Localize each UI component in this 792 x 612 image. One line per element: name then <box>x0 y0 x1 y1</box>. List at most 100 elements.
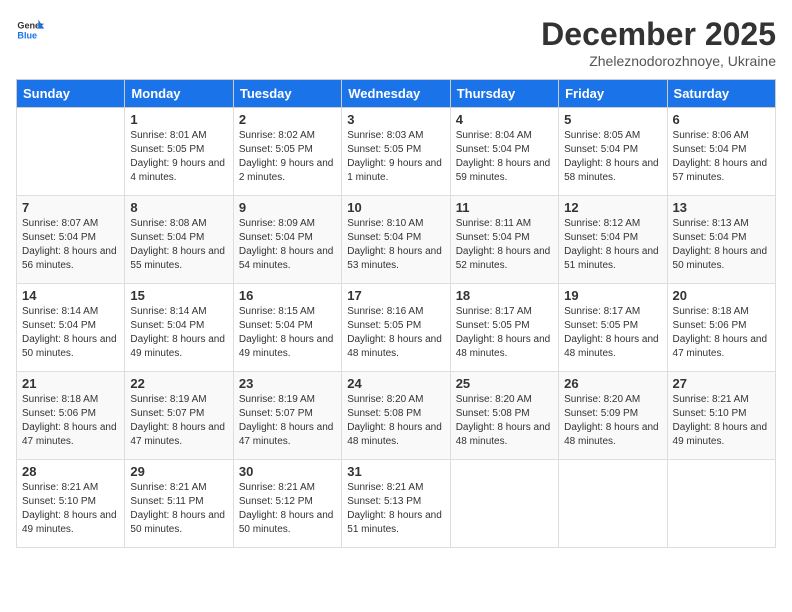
calendar-cell: 28 Sunrise: 8:21 AMSunset: 5:10 PMDayligh… <box>17 460 125 548</box>
calendar-header: SundayMondayTuesdayWednesdayThursdayFrid… <box>17 80 776 108</box>
day-number: 17 <box>347 288 444 303</box>
day-number: 25 <box>456 376 553 391</box>
calendar-week-row: 1Sunrise: 8:01 AMSunset: 5:05 PMDaylight… <box>17 108 776 196</box>
day-number: 23 <box>239 376 336 391</box>
calendar-table: SundayMondayTuesdayWednesdayThursdayFrid… <box>16 79 776 548</box>
calendar-cell: 13 Sunrise: 8:13 AMSunset: 5:04 PMDayligh… <box>667 196 775 284</box>
calendar-cell: 4Sunrise: 8:04 AMSunset: 5:04 PMDaylight… <box>450 108 558 196</box>
header: General Blue December 2025 Zheleznodoroz… <box>16 16 776 69</box>
calendar-cell: 2 Sunrise: 8:02 AMSunset: 5:05 PMDaylight… <box>233 108 341 196</box>
cell-info: Sunrise: 8:08 AMSunset: 5:04 PMDaylight:… <box>130 217 227 273</box>
cell-info: Sunrise: 8:14 AMSunset: 5:04 PMDaylight:… <box>22 305 119 361</box>
cell-info: Sunrise: 8:20 AMSunset: 5:08 PMDaylight:… <box>347 393 444 449</box>
title-area: December 2025 Zheleznodorozhnoye, Ukrain… <box>541 16 776 69</box>
weekday-header: Sunday <box>17 80 125 108</box>
day-number: 3 <box>347 112 444 127</box>
day-number: 2 <box>239 112 336 127</box>
calendar-cell: 21 Sunrise: 8:18 AMSunset: 5:06 PMDayligh… <box>17 372 125 460</box>
cell-info: Sunrise: 8:15 AMSunset: 5:04 PMDaylight:… <box>239 305 336 361</box>
calendar-cell: 10 Sunrise: 8:10 AMSunset: 5:04 PMDayligh… <box>342 196 450 284</box>
day-number: 6 <box>673 112 770 127</box>
day-number: 5 <box>564 112 661 127</box>
day-number: 13 <box>673 200 770 215</box>
calendar-cell: 1Sunrise: 8:01 AMSunset: 5:05 PMDaylight… <box>125 108 233 196</box>
day-number: 16 <box>239 288 336 303</box>
calendar-cell: 16 Sunrise: 8:15 AMSunset: 5:04 PMDayligh… <box>233 284 341 372</box>
cell-info: Sunrise: 8:10 AMSunset: 5:04 PMDaylight:… <box>347 217 444 273</box>
day-number: 19 <box>564 288 661 303</box>
calendar-cell: 25 Sunrise: 8:20 AMSunset: 5:08 PMDayligh… <box>450 372 558 460</box>
weekday-header: Tuesday <box>233 80 341 108</box>
cell-info: Sunrise: 8:19 AMSunset: 5:07 PMDaylight:… <box>130 393 227 449</box>
day-number: 7 <box>22 200 119 215</box>
subtitle: Zheleznodorozhnoye, Ukraine <box>541 53 776 69</box>
calendar-cell: 7 Sunrise: 8:07 AMSunset: 5:04 PMDaylight… <box>17 196 125 284</box>
calendar-cell: 12 Sunrise: 8:12 AMSunset: 5:04 PMDayligh… <box>559 196 667 284</box>
cell-info: Sunrise: 8:02 AMSunset: 5:05 PMDaylight:… <box>239 129 336 185</box>
calendar-cell: 22 Sunrise: 8:19 AMSunset: 5:07 PMDayligh… <box>125 372 233 460</box>
cell-info: Sunrise: 8:12 AMSunset: 5:04 PMDaylight:… <box>564 217 661 273</box>
calendar-cell <box>667 460 775 548</box>
month-title: December 2025 <box>541 16 776 53</box>
weekday-header: Thursday <box>450 80 558 108</box>
day-number: 10 <box>347 200 444 215</box>
day-number: 31 <box>347 464 444 479</box>
cell-info: Sunrise: 8:21 AMSunset: 5:11 PMDaylight:… <box>130 481 227 537</box>
calendar-cell: 17 Sunrise: 8:16 AMSunset: 5:05 PMDayligh… <box>342 284 450 372</box>
day-number: 12 <box>564 200 661 215</box>
day-number: 28 <box>22 464 119 479</box>
cell-info: Sunrise: 8:01 AMSunset: 5:05 PMDaylight:… <box>130 129 227 185</box>
cell-info: Sunrise: 8:05 AMSunset: 5:04 PMDaylight:… <box>564 129 661 185</box>
cell-info: Sunrise: 8:06 AMSunset: 5:04 PMDaylight:… <box>673 129 770 185</box>
cell-info: Sunrise: 8:21 AMSunset: 5:12 PMDaylight:… <box>239 481 336 537</box>
day-number: 15 <box>130 288 227 303</box>
calendar-cell: 27Sunrise: 8:21 AMSunset: 5:10 PMDayligh… <box>667 372 775 460</box>
svg-text:Blue: Blue <box>17 30 37 40</box>
calendar-cell: 20Sunrise: 8:18 AMSunset: 5:06 PMDayligh… <box>667 284 775 372</box>
day-number: 20 <box>673 288 770 303</box>
logo: General Blue <box>16 16 44 44</box>
calendar-week-row: 7 Sunrise: 8:07 AMSunset: 5:04 PMDaylight… <box>17 196 776 284</box>
day-number: 8 <box>130 200 227 215</box>
day-number: 29 <box>130 464 227 479</box>
calendar-cell: 15 Sunrise: 8:14 AMSunset: 5:04 PMDayligh… <box>125 284 233 372</box>
cell-info: Sunrise: 8:11 AMSunset: 5:04 PMDaylight:… <box>456 217 553 273</box>
day-number: 11 <box>456 200 553 215</box>
cell-info: Sunrise: 8:17 AMSunset: 5:05 PMDaylight:… <box>456 305 553 361</box>
calendar-cell: 11 Sunrise: 8:11 AMSunset: 5:04 PMDayligh… <box>450 196 558 284</box>
calendar-cell: 30 Sunrise: 8:21 AMSunset: 5:12 PMDayligh… <box>233 460 341 548</box>
cell-info: Sunrise: 8:16 AMSunset: 5:05 PMDaylight:… <box>347 305 444 361</box>
calendar-cell: 5 Sunrise: 8:05 AMSunset: 5:04 PMDaylight… <box>559 108 667 196</box>
cell-info: Sunrise: 8:21 AMSunset: 5:10 PMDaylight:… <box>22 481 119 537</box>
cell-info: Sunrise: 8:20 AMSunset: 5:09 PMDaylight:… <box>564 393 661 449</box>
day-number: 22 <box>130 376 227 391</box>
cell-info: Sunrise: 8:13 AMSunset: 5:04 PMDaylight:… <box>673 217 770 273</box>
calendar-cell: 14 Sunrise: 8:14 AMSunset: 5:04 PMDayligh… <box>17 284 125 372</box>
day-number: 26 <box>564 376 661 391</box>
calendar-cell: 6 Sunrise: 8:06 AMSunset: 5:04 PMDaylight… <box>667 108 775 196</box>
calendar-body: 1Sunrise: 8:01 AMSunset: 5:05 PMDaylight… <box>17 108 776 548</box>
day-number: 30 <box>239 464 336 479</box>
calendar-cell: 26 Sunrise: 8:20 AMSunset: 5:09 PMDayligh… <box>559 372 667 460</box>
calendar-cell <box>559 460 667 548</box>
weekday-header: Monday <box>125 80 233 108</box>
cell-info: Sunrise: 8:03 AMSunset: 5:05 PMDaylight:… <box>347 129 444 185</box>
calendar-cell: 18Sunrise: 8:17 AMSunset: 5:05 PMDayligh… <box>450 284 558 372</box>
cell-info: Sunrise: 8:18 AMSunset: 5:06 PMDaylight:… <box>22 393 119 449</box>
day-number: 21 <box>22 376 119 391</box>
calendar-cell: 19Sunrise: 8:17 AMSunset: 5:05 PMDayligh… <box>559 284 667 372</box>
cell-info: Sunrise: 8:07 AMSunset: 5:04 PMDaylight:… <box>22 217 119 273</box>
cell-info: Sunrise: 8:14 AMSunset: 5:04 PMDaylight:… <box>130 305 227 361</box>
calendar-cell: 24Sunrise: 8:20 AMSunset: 5:08 PMDayligh… <box>342 372 450 460</box>
calendar-cell <box>17 108 125 196</box>
header-row: SundayMondayTuesdayWednesdayThursdayFrid… <box>17 80 776 108</box>
day-number: 14 <box>22 288 119 303</box>
cell-info: Sunrise: 8:19 AMSunset: 5:07 PMDaylight:… <box>239 393 336 449</box>
cell-info: Sunrise: 8:20 AMSunset: 5:08 PMDaylight:… <box>456 393 553 449</box>
calendar-cell: 3 Sunrise: 8:03 AMSunset: 5:05 PMDaylight… <box>342 108 450 196</box>
calendar-week-row: 28 Sunrise: 8:21 AMSunset: 5:10 PMDayligh… <box>17 460 776 548</box>
calendar-cell: 31 Sunrise: 8:21 AMSunset: 5:13 PMDayligh… <box>342 460 450 548</box>
cell-info: Sunrise: 8:21 AMSunset: 5:10 PMDaylight:… <box>673 393 770 449</box>
cell-info: Sunrise: 8:21 AMSunset: 5:13 PMDaylight:… <box>347 481 444 537</box>
cell-info: Sunrise: 8:09 AMSunset: 5:04 PMDaylight:… <box>239 217 336 273</box>
